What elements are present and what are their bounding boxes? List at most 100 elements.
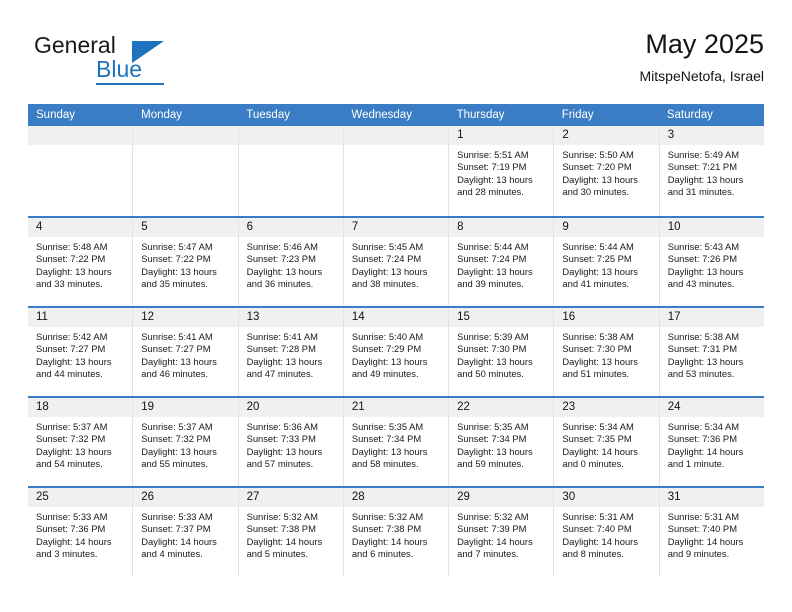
day-info-line: Daylight: 13 hours	[141, 445, 217, 457]
calendar-grid: Sunday Monday Tuesday Wednesday Thursday Frid…	[28, 104, 764, 576]
day-number: 29	[449, 488, 554, 507]
calendar-day-cell-29[interactable]: 29 Sunrise: 5:32 AM Sunset: 7:39 PM Dayligh…	[449, 488, 555, 576]
day-info-line: Daylight: 13 hours	[457, 173, 533, 185]
day-number	[343, 126, 449, 145]
day-info-line: Daylight: 14 hours	[562, 535, 638, 547]
calendar-day-cell-30[interactable]: 30 Sunrise: 5:31 AM Sunset: 7:40 PM Dayligh…	[554, 488, 660, 576]
day-info-line: Daylight: 13 hours	[562, 355, 638, 367]
calendar-day-cell-23[interactable]: 23 Sunrise: 5:34 AM Sunset: 7:35 PM Dayligh…	[554, 398, 660, 486]
day-info-line: Sunset: 7:29 PM	[351, 343, 422, 355]
day-number: 2	[554, 126, 659, 145]
calendar-day-cell-18[interactable]: 18 Sunrise: 5:37 AM Sunset: 7:32 PM Dayligh…	[28, 398, 134, 486]
day-number: 20	[238, 398, 343, 417]
calendar-day-cell-21[interactable]: 21 Sunrise: 5:35 AM Sunset: 7:34 PM Dayligh…	[343, 398, 450, 486]
logo-underline	[96, 83, 164, 85]
calendar-day-cell-13[interactable]: 13 Sunrise: 5:41 AM Sunset: 7:28 PM Dayligh…	[238, 308, 344, 396]
calendar-day-cell-7[interactable]: 7 Sunrise: 5:45 AM Sunset: 7:24 PM Daylight…	[343, 218, 450, 306]
day-info-line: Daylight: 13 hours	[667, 265, 744, 277]
day-number: 22	[449, 398, 554, 417]
day-info-line: Sunrise: 5:47 AM	[141, 241, 213, 252]
day-sun-info: Sunrise: 5:42 AM Sunset: 7:27 PM Daylight:…	[28, 327, 132, 380]
day-sun-info: Sunrise: 5:48 AM Sunset: 7:22 PM Daylight:…	[28, 237, 132, 290]
calendar-day-cell-9[interactable]: 9 Sunrise: 5:44 AM Sunset: 7:25 PM Daylight…	[554, 218, 660, 306]
day-info-line: Daylight: 13 hours	[667, 355, 744, 367]
day-sun-info: Sunrise: 5:37 AM Sunset: 7:32 PM Daylight:…	[28, 417, 132, 470]
calendar-day-cell-11[interactable]: 11 Sunrise: 5:42 AM Sunset: 7:27 PM Dayligh…	[28, 308, 134, 396]
day-info-line: Sunrise: 5:33 AM	[36, 511, 108, 522]
calendar-day-cell-22[interactable]: 22 Sunrise: 5:35 AM Sunset: 7:34 PM Dayligh…	[449, 398, 555, 486]
calendar-day-cell-26[interactable]: 26 Sunrise: 5:33 AM Sunset: 7:37 PM Dayligh…	[133, 488, 239, 576]
day-info-line: Sunrise: 5:49 AM	[667, 149, 740, 160]
day-sun-info: Sunrise: 5:33 AM Sunset: 7:36 PM Daylight:…	[28, 507, 132, 560]
calendar-day-cell-28[interactable]: 28 Sunrise: 5:32 AM Sunset: 7:38 PM Dayligh…	[343, 488, 450, 576]
calendar-day-cell-4[interactable]: 4 Sunrise: 5:48 AM Sunset: 7:22 PM Daylight…	[28, 218, 134, 306]
day-info-line: Sunrise: 5:32 AM	[457, 511, 529, 522]
day-info-line: and 58 minutes.	[351, 457, 419, 469]
day-info-line: Sunset: 7:38 PM	[351, 523, 422, 535]
calendar-day-cell-15[interactable]: 15 Sunrise: 5:39 AM Sunset: 7:30 PM Dayligh…	[449, 308, 555, 396]
day-info-line: Sunset: 7:30 PM	[457, 343, 527, 355]
calendar-day-cell-empty	[343, 126, 450, 216]
calendar-day-cell-2[interactable]: 2 Sunrise: 5:50 AM Sunset: 7:20 PM Daylight…	[554, 126, 660, 216]
day-info-line: Daylight: 13 hours	[351, 265, 428, 277]
calendar-day-cell-25[interactable]: 25 Sunrise: 5:33 AM Sunset: 7:36 PM Dayligh…	[28, 488, 134, 576]
day-number	[238, 126, 343, 145]
page-subtitle: MitspeNetofa, Israel	[639, 68, 765, 84]
calendar-day-cell-19[interactable]: 19 Sunrise: 5:37 AM Sunset: 7:32 PM Dayligh…	[133, 398, 239, 486]
calendar-day-cell-12[interactable]: 12 Sunrise: 5:41 AM Sunset: 7:27 PM Dayligh…	[133, 308, 239, 396]
day-info-line: Sunset: 7:36 PM	[36, 523, 106, 535]
day-info-line: Daylight: 13 hours	[246, 445, 323, 457]
calendar-day-cell-17[interactable]: 17 Sunrise: 5:38 AM Sunset: 7:31 PM Dayligh…	[659, 308, 764, 396]
day-info-line: Daylight: 13 hours	[141, 355, 217, 367]
day-info-line: Daylight: 14 hours	[36, 535, 112, 547]
day-info-line: Sunset: 7:26 PM	[667, 253, 737, 265]
day-info-line: and 53 minutes.	[667, 367, 735, 379]
day-info-line: Sunset: 7:39 PM	[457, 523, 527, 535]
day-info-line: and 55 minutes.	[141, 457, 208, 469]
day-info-line: Sunset: 7:23 PM	[246, 253, 316, 265]
calendar-day-cell-27[interactable]: 27 Sunrise: 5:32 AM Sunset: 7:38 PM Dayligh…	[238, 488, 344, 576]
calendar-week-row: 18 Sunrise: 5:37 AM Sunset: 7:32 PM Dayligh…	[28, 396, 764, 486]
day-info-line: Sunrise: 5:31 AM	[562, 511, 634, 522]
calendar-day-cell-31[interactable]: 31 Sunrise: 5:31 AM Sunset: 7:40 PM Dayligh…	[659, 488, 764, 576]
day-info-line: Sunrise: 5:37 AM	[36, 421, 108, 432]
day-info-line: Sunset: 7:24 PM	[351, 253, 422, 265]
day-info-line: Daylight: 13 hours	[141, 265, 217, 277]
day-info-line: Daylight: 14 hours	[351, 535, 428, 547]
day-number	[133, 126, 238, 145]
calendar-day-cell-20[interactable]: 20 Sunrise: 5:36 AM Sunset: 7:33 PM Dayligh…	[238, 398, 344, 486]
weekday-header-row: Sunday Monday Tuesday Wednesday Thursday Frid…	[28, 104, 764, 126]
calendar-day-cell-6[interactable]: 6 Sunrise: 5:46 AM Sunset: 7:23 PM Daylight…	[238, 218, 344, 306]
day-info-line: Daylight: 13 hours	[457, 445, 533, 457]
day-info-line: and 7 minutes.	[457, 547, 519, 559]
day-info-line: Sunset: 7:22 PM	[141, 253, 211, 265]
day-number: 28	[343, 488, 449, 507]
day-sun-info: Sunrise: 5:38 AM Sunset: 7:31 PM Daylight:…	[660, 327, 764, 380]
calendar-day-cell-5[interactable]: 5 Sunrise: 5:47 AM Sunset: 7:22 PM Daylight…	[133, 218, 239, 306]
day-info-line: and 57 minutes.	[246, 457, 314, 469]
calendar-day-cell-14[interactable]: 14 Sunrise: 5:40 AM Sunset: 7:29 PM Dayligh…	[343, 308, 450, 396]
day-info-line: and 43 minutes.	[667, 277, 735, 289]
day-info-line: Daylight: 13 hours	[36, 265, 112, 277]
calendar-day-cell-16[interactable]: 16 Sunrise: 5:38 AM Sunset: 7:30 PM Dayligh…	[554, 308, 660, 396]
calendar-day-cell-3[interactable]: 3 Sunrise: 5:49 AM Sunset: 7:21 PM Daylight…	[659, 126, 764, 216]
calendar-day-cell-1[interactable]: 1 Sunrise: 5:51 AM Sunset: 7:19 PM Daylight…	[449, 126, 555, 216]
day-info-line: Sunset: 7:35 PM	[562, 433, 632, 445]
day-info-line: Daylight: 14 hours	[667, 445, 744, 457]
weekday-header-friday: Friday	[561, 109, 594, 121]
day-info-line: and 47 minutes.	[246, 367, 314, 379]
calendar-day-cell-10[interactable]: 10 Sunrise: 5:43 AM Sunset: 7:26 PM Dayligh…	[659, 218, 764, 306]
day-sun-info: Sunrise: 5:32 AM Sunset: 7:39 PM Daylight:…	[449, 507, 553, 560]
calendar-day-cell-24[interactable]: 24 Sunrise: 5:34 AM Sunset: 7:36 PM Dayligh…	[659, 398, 764, 486]
day-info-line: and 5 minutes.	[246, 547, 309, 559]
day-info-line: and 35 minutes.	[141, 277, 208, 289]
day-number: 24	[659, 398, 764, 417]
day-info-line: Daylight: 13 hours	[246, 355, 323, 367]
calendar-day-cell-8[interactable]: 8 Sunrise: 5:44 AM Sunset: 7:24 PM Daylight…	[449, 218, 555, 306]
general-blue-logo[interactable]: General Blue	[34, 32, 214, 88]
day-info-line: Sunset: 7:25 PM	[562, 253, 632, 265]
weekday-header-tuesday: Tuesday	[246, 109, 290, 121]
day-number: 9	[554, 218, 659, 237]
day-info-line: Daylight: 13 hours	[36, 445, 112, 457]
day-info-line: and 4 minutes.	[141, 547, 203, 559]
